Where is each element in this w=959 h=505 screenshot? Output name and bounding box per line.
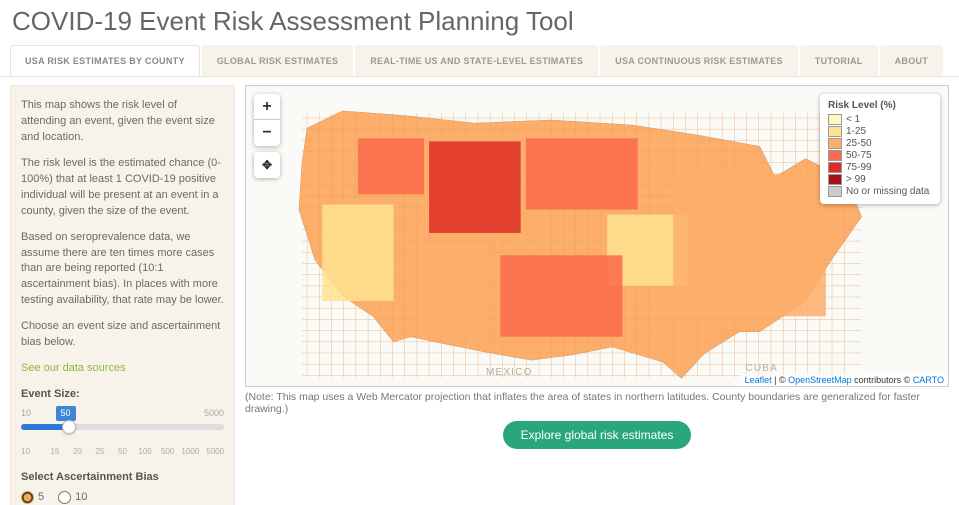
legend-label: 25-50	[846, 138, 872, 149]
legend-row: 1-25	[828, 126, 932, 137]
legend-label: 1-25	[846, 126, 866, 137]
slider-ticks: 101520255010050010005000	[21, 446, 224, 458]
tab-usa-risk-estimates-by-county[interactable]: USA RISK ESTIMATES BY COUNTY	[10, 45, 200, 76]
intro-text-1: This map shows the risk level of attendi…	[21, 98, 224, 146]
asc-radio-5[interactable]: 5	[21, 490, 44, 505]
event-size-label: Event Size:	[21, 387, 224, 403]
zoom-control: + −	[254, 94, 280, 146]
slider-thumb[interactable]	[62, 420, 76, 434]
attr-sep: | ©	[772, 375, 788, 385]
data-sources-link[interactable]: See our data sources	[21, 362, 126, 374]
asc-bias-label: Select Ascertainment Bias	[21, 470, 224, 486]
legend-swatch	[828, 174, 842, 185]
tab-bar: USA RISK ESTIMATES BY COUNTYGLOBAL RISK …	[0, 45, 959, 77]
legend-row: 75-99	[828, 162, 932, 173]
legend-row: > 99	[828, 174, 932, 185]
map-attribution: Leaflet | © OpenStreetMap contributors ©…	[741, 374, 948, 386]
legend-label: < 1	[846, 114, 860, 125]
label-mexico: MEXICO	[486, 367, 533, 378]
legend-swatch	[828, 186, 842, 197]
sidebar: This map shows the risk level of attendi…	[10, 85, 235, 505]
carto-link[interactable]: CARTO	[913, 375, 944, 385]
fullscreen-control: ✥	[254, 152, 280, 178]
tab-tutorial[interactable]: TUTORIAL	[800, 45, 878, 76]
slider-max: 5000	[204, 407, 224, 420]
slider-tick: 50	[111, 446, 134, 458]
attr-suffix: contributors ©	[852, 375, 913, 385]
leaflet-link[interactable]: Leaflet	[745, 375, 772, 385]
map-container[interactable]: + − ✥ Risk Level (%) < 11-2525-5050-7575…	[245, 85, 949, 387]
legend-row: 50-75	[828, 150, 932, 161]
slider-min: 10	[21, 407, 31, 420]
slider-tick: 1000	[179, 446, 202, 458]
asc-radio-input-10[interactable]	[58, 491, 71, 504]
asc-radio-10[interactable]: 10	[58, 490, 87, 505]
legend-label: > 99	[846, 174, 866, 185]
slider-value-badge: 50	[56, 406, 76, 421]
asc-bias-radios: 5 10	[21, 490, 224, 505]
page-title: COVID-19 Event Risk Assessment Planning …	[0, 0, 959, 45]
legend-swatch	[828, 138, 842, 149]
legend-swatch	[828, 126, 842, 137]
fullscreen-button[interactable]: ✥	[254, 152, 280, 178]
legend-swatch	[828, 162, 842, 173]
event-size-slider[interactable]	[21, 424, 224, 430]
legend-row: No or missing data	[828, 186, 932, 197]
legend-swatch	[828, 114, 842, 125]
slider-tick: 20	[66, 446, 89, 458]
intro-text-3: Based on seroprevalence data, we assume …	[21, 230, 224, 310]
zoom-out-button[interactable]: −	[254, 120, 280, 146]
slider-tick: 10	[21, 446, 44, 458]
tab-usa-continuous-risk-estimates[interactable]: USA CONTINUOUS RISK ESTIMATES	[600, 45, 798, 76]
tab-global-risk-estimates[interactable]: GLOBAL RISK ESTIMATES	[202, 45, 353, 76]
map-legend: Risk Level (%) < 11-2525-5050-7575-99> 9…	[820, 94, 940, 204]
asc-radio-input-5[interactable]	[21, 491, 34, 504]
legend-row: < 1	[828, 114, 932, 125]
legend-swatch	[828, 150, 842, 161]
map-note: (Note: This map uses a Web Mercator proj…	[245, 391, 949, 415]
slider-tick: 500	[156, 446, 179, 458]
label-cuba: CUBA	[745, 363, 778, 374]
legend-label: 75-99	[846, 162, 872, 173]
tab-real-time-us-and-state-level-estimates[interactable]: REAL-TIME US AND STATE-LEVEL ESTIMATES	[355, 45, 598, 76]
tab-about[interactable]: ABOUT	[880, 45, 944, 76]
explore-global-button[interactable]: Explore global risk estimates	[503, 421, 692, 449]
slider-tick: 25	[89, 446, 112, 458]
slider-tick: 5000	[202, 446, 225, 458]
legend-title: Risk Level (%)	[828, 100, 932, 111]
zoom-in-button[interactable]: +	[254, 94, 280, 120]
legend-label: No or missing data	[846, 186, 929, 197]
intro-text-4: Choose an event size and ascertainment b…	[21, 319, 224, 351]
slider-tick: 100	[134, 446, 157, 458]
osm-link[interactable]: OpenStreetMap	[788, 375, 852, 385]
legend-row: 25-50	[828, 138, 932, 149]
legend-label: 50-75	[846, 150, 872, 161]
slider-tick: 15	[44, 446, 67, 458]
intro-text-2: The risk level is the estimated chance (…	[21, 156, 224, 220]
